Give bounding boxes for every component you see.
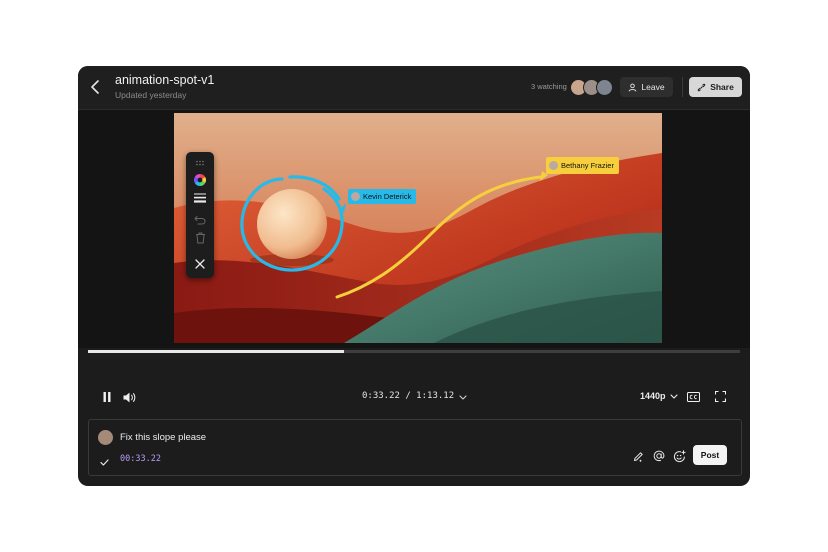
quality-label: 1440p — [640, 391, 666, 401]
pen-icon — [633, 451, 643, 462]
at-sign-icon — [653, 450, 665, 462]
leave-button[interactable]: Leave — [620, 77, 673, 97]
pause-icon — [103, 392, 111, 402]
timecode: 0:33.22 / 1:13.12 — [362, 391, 455, 401]
comment-timestamp: 00:33.22 — [120, 454, 161, 464]
share-label: Share — [710, 82, 734, 92]
header-divider — [682, 77, 683, 97]
color-picker-button[interactable] — [190, 172, 210, 188]
check-icon — [100, 459, 109, 466]
page-subtitle: Updated yesterday — [115, 90, 187, 100]
page-title: animation-spot-v1 — [115, 73, 215, 87]
video-stage: Kevin Deterick Bethany Frazier — [78, 110, 750, 348]
timestamp-toggle[interactable] — [100, 453, 109, 471]
emoji-button[interactable] — [671, 448, 687, 464]
undo-button[interactable] — [190, 212, 210, 228]
chevron-down-icon — [459, 394, 467, 400]
pause-button[interactable] — [100, 390, 114, 404]
progress-fill — [88, 350, 344, 353]
close-icon — [195, 259, 205, 269]
volume-button[interactable] — [121, 390, 137, 404]
stroke-width-button[interactable] — [190, 190, 210, 206]
annotation-tag-kevin[interactable]: Kevin Deterick — [348, 189, 417, 204]
captions-button[interactable] — [686, 390, 701, 403]
timecode-dropdown[interactable] — [456, 391, 470, 403]
mention-button[interactable] — [651, 448, 667, 464]
annotation-tag-bethany[interactable]: Bethany Frazier — [546, 157, 619, 174]
drag-handle-icon — [196, 160, 204, 166]
progress-bar[interactable] — [88, 350, 740, 353]
volume-icon — [123, 392, 135, 402]
fullscreen-icon — [715, 391, 726, 402]
closed-captions-icon — [687, 391, 700, 402]
avatar — [549, 161, 558, 170]
viewer-avatars[interactable] — [570, 79, 616, 96]
undo-icon — [194, 216, 206, 225]
post-button[interactable]: Post — [693, 445, 727, 465]
comment-composer: Fix this slope please 00:33.22 Post — [88, 419, 742, 476]
user-leave-icon — [629, 83, 637, 91]
chevron-down-icon — [669, 393, 678, 399]
close-toolbar-button[interactable] — [190, 256, 210, 272]
header-bar: animation-spot-v1 Updated yesterday 3 wa… — [78, 66, 750, 110]
delete-button[interactable] — [190, 230, 210, 246]
avatar — [98, 430, 113, 445]
player-controls: 0:33.22 / 1:13.12 1440p — [78, 356, 750, 416]
draw-button[interactable] — [630, 448, 646, 464]
video-review-app: animation-spot-v1 Updated yesterday 3 wa… — [78, 66, 750, 486]
drag-handle[interactable] — [190, 155, 210, 171]
chevron-left-icon — [91, 80, 99, 94]
drawing-toolbar — [186, 152, 214, 278]
video-still-image — [174, 113, 662, 343]
color-wheel-icon — [194, 174, 206, 186]
annotation-author: Kevin Deterick — [363, 192, 412, 201]
comment-input[interactable]: Fix this slope please — [120, 432, 206, 443]
watching-count: 3 watching — [531, 82, 567, 91]
video-frame[interactable] — [174, 113, 662, 343]
emoji-add-icon — [673, 449, 686, 462]
quality-selector[interactable]: 1440p — [640, 391, 678, 401]
fullscreen-button[interactable] — [714, 390, 727, 403]
stroke-width-icon — [194, 193, 206, 203]
leave-label: Leave — [641, 82, 665, 92]
annotation-author: Bethany Frazier — [561, 161, 614, 170]
share-button[interactable]: Share — [689, 77, 742, 97]
trash-icon — [195, 232, 205, 244]
back-button[interactable] — [86, 77, 104, 97]
link-icon — [697, 83, 706, 91]
avatar — [596, 79, 613, 96]
avatar — [351, 192, 360, 201]
